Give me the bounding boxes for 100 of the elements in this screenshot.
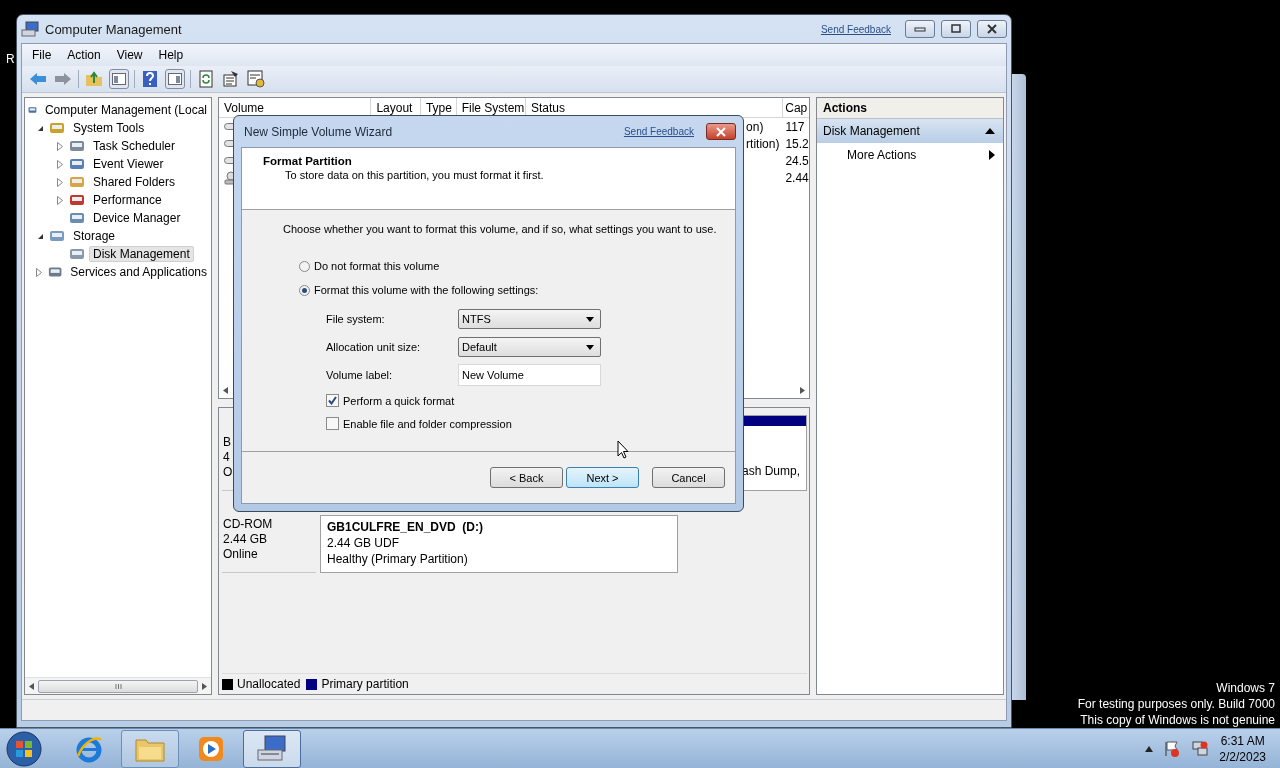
dropdown[interactable]: Default [458, 337, 601, 357]
dropdown[interactable]: NTFS [458, 309, 601, 329]
partition-name: GB1CULFRE_EN_DVD (D:) [327, 520, 484, 534]
watermark-text: For testing purposes only. Build 7000 [1077, 697, 1275, 711]
taskbar-button[interactable] [243, 730, 301, 768]
tree-node-icon [69, 156, 85, 172]
checkbox-label: Enable file and folder compression [343, 417, 512, 430]
collapse-icon[interactable] [985, 128, 995, 134]
disk-info: Online [223, 547, 259, 561]
wizard-button[interactable]: < Back [490, 467, 563, 488]
watermark-text: Windows 7 [1215, 681, 1275, 695]
start-button[interactable] [6, 731, 42, 767]
disk-info: 4 [223, 450, 231, 464]
folder-up-icon[interactable] [84, 69, 104, 89]
scroll-right-icon[interactable] [202, 682, 207, 690]
browser-icon [74, 734, 104, 764]
radio-label: Format this volume with the following settings: [314, 284, 539, 296]
input-field[interactable]: New Volume [458, 364, 601, 386]
tree-node-icon [69, 210, 85, 226]
close-button[interactable] [977, 20, 1007, 38]
tree-node-icon [69, 192, 85, 208]
scroll-right-icon[interactable] [800, 386, 805, 394]
close-icon [715, 126, 727, 137]
tree-item[interactable]: Performance [89, 192, 166, 208]
desktop-icon-label: R [6, 52, 15, 66]
tree-item[interactable]: Task Scheduler [89, 138, 180, 154]
wizard-button[interactable]: Cancel [652, 467, 725, 488]
action-section[interactable]: Disk Management [817, 119, 1003, 143]
clock[interactable]: 6:31 AM 2/2/2023 [1219, 734, 1266, 764]
radio-button[interactable] [299, 284, 310, 296]
tree-item[interactable]: Services and Applications [66, 264, 211, 280]
menu-item[interactable]: Action [61, 46, 111, 64]
collapsed-icon[interactable] [57, 177, 63, 187]
tree-item[interactable]: Event Viewer [89, 156, 168, 172]
field-label: File system: [326, 313, 386, 325]
tree-item[interactable]: Storage [69, 228, 120, 244]
settings-icon[interactable] [246, 69, 266, 89]
tree-item[interactable]: Disk Management [89, 246, 194, 262]
send-feedback-link[interactable]: Send Feedback [623, 126, 694, 137]
column-header[interactable]: Cap [783, 98, 809, 117]
table-cell: on) [746, 119, 764, 134]
partition-info: 2.44 GB UDF [327, 536, 401, 550]
computer-management-icon [256, 734, 288, 764]
page-heading: Format Partition [263, 155, 353, 167]
window-title: Computer Management [45, 21, 183, 37]
tree-node-icon [69, 138, 85, 154]
tree-item[interactable]: Computer Management (Local [40, 102, 211, 118]
close-button[interactable] [706, 123, 736, 140]
collapsed-icon[interactable] [57, 141, 63, 151]
actions-header: Actions [817, 98, 1003, 119]
tree-node-icon [69, 246, 85, 262]
tree-item[interactable]: Shared Folders [89, 174, 180, 190]
submenu-arrow-icon [989, 150, 995, 160]
field-label: Allocation unit size: [326, 341, 422, 353]
instruction-text: Choose whether you want to format this volume, and if so, what settings you want to use. [283, 223, 718, 235]
disk-info: B [223, 435, 232, 449]
checkbox[interactable] [326, 394, 339, 407]
collapsed-icon[interactable] [36, 267, 43, 277]
legend-label: Unallocated [237, 677, 301, 691]
scrollbar-thumb[interactable] [38, 679, 198, 693]
menu-item[interactable]: Help [152, 46, 194, 64]
expanded-icon[interactable] [36, 124, 44, 132]
menu-item[interactable]: File [26, 46, 62, 64]
network-icon[interactable] [1191, 740, 1210, 758]
show-tree-icon[interactable] [109, 69, 129, 89]
minimize-icon [914, 26, 926, 32]
show-action-pane-icon[interactable] [165, 69, 185, 89]
scroll-left-icon[interactable] [223, 386, 228, 394]
disk-info: CD-ROM [223, 517, 274, 531]
partition-block[interactable]: GB1CULFRE_EN_DVD (D:) 2.44 GB UDF Healthy (Primary Partition) [320, 515, 678, 573]
scroll-left-icon[interactable] [29, 682, 34, 690]
expanded-icon[interactable] [36, 232, 44, 240]
minimize-button[interactable] [905, 20, 935, 38]
collapsed-icon[interactable] [57, 195, 63, 205]
field-label: Volume label: [326, 369, 394, 381]
table-cell: rtition) [746, 136, 780, 151]
tree-item[interactable]: Device Manager [89, 210, 185, 226]
page-subheading: To store data on this partition, you must format it first. [284, 169, 545, 181]
checkbox[interactable] [326, 417, 339, 430]
refresh-icon[interactable] [196, 69, 216, 89]
radio-button[interactable] [299, 260, 310, 272]
send-feedback-link[interactable]: Send Feedback [820, 23, 891, 35]
menu-item[interactable]: View [110, 46, 153, 64]
maximize-icon [950, 24, 962, 34]
action-center-flag-icon[interactable] [1163, 740, 1182, 758]
help-icon[interactable] [140, 69, 160, 89]
watermark-text: This copy of Windows is not genuine [1079, 713, 1275, 727]
disk-info: O [223, 465, 234, 479]
table-cell: 2.44 [785, 170, 809, 185]
disk-info: 2.44 GB [223, 532, 269, 546]
tree-item[interactable]: System Tools [69, 120, 149, 136]
tree-node-icon [49, 228, 65, 244]
collapsed-icon[interactable] [57, 159, 63, 169]
show-hidden-icons-icon[interactable] [1145, 746, 1154, 752]
wizard-button[interactable]: Next > [566, 467, 639, 488]
table-cell: 24.5 [785, 153, 809, 168]
maximize-button[interactable] [941, 20, 971, 38]
properties-icon[interactable] [221, 69, 241, 89]
computer-management-icon [21, 21, 39, 37]
action-item[interactable]: More Actions [817, 143, 1003, 167]
